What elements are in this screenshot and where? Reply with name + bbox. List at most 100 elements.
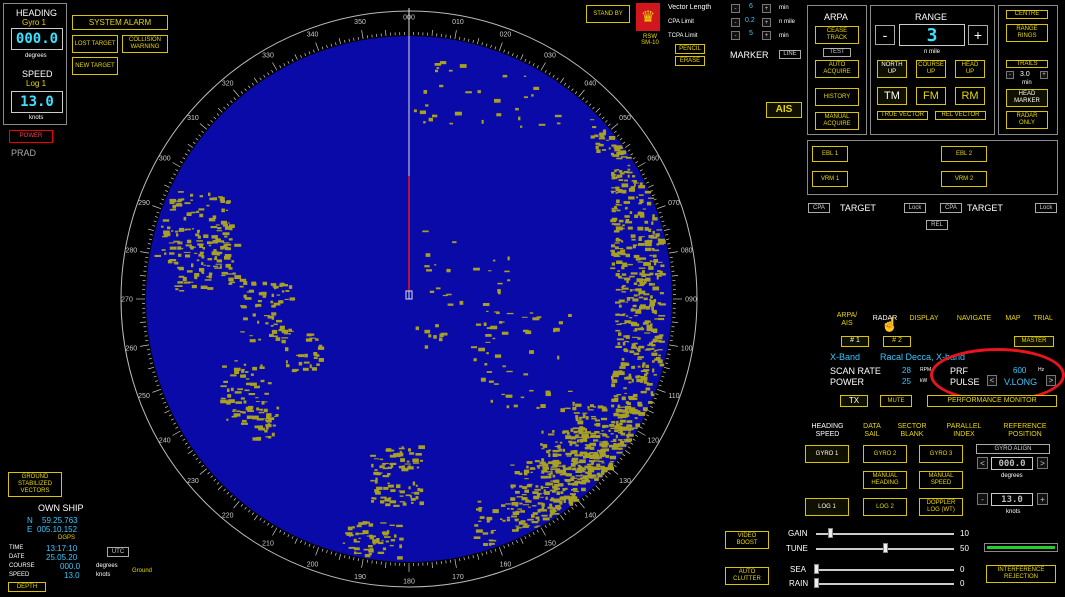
auto-clutter-button[interactable]: AUTO CLUTTER (725, 567, 769, 585)
cpa-plus-button[interactable]: + (762, 18, 771, 27)
radar-echo (563, 499, 566, 503)
radar-echo (648, 401, 653, 404)
sea-slider-knob[interactable] (814, 564, 819, 574)
power-button[interactable]: POWER (9, 130, 53, 143)
video-boost-button[interactable]: VIDEO BOOST (725, 531, 769, 549)
interference-rejection-button[interactable]: INTERFERENCE REJECTION (986, 565, 1056, 583)
vrm2-button[interactable]: VRM 2 (941, 171, 987, 187)
vrm1-button[interactable]: VRM 1 (812, 171, 848, 187)
trails-plus-button[interactable]: + (1040, 71, 1048, 79)
tune-slider-knob[interactable] (883, 543, 888, 553)
range-rings-button[interactable]: RANGE RINGS (1006, 24, 1048, 42)
gyro3-button[interactable]: GYRO 3 (919, 445, 963, 463)
head-up-button[interactable]: HEAD UP (955, 60, 985, 78)
rain-slider-knob[interactable] (814, 578, 819, 588)
tab-navigate[interactable]: NAVIGATE (954, 315, 994, 323)
radar-display[interactable]: 0000100200300400500600700800901001101201… (110, 0, 708, 597)
gyro-prev-button[interactable]: < (977, 457, 988, 469)
head-marker-button[interactable]: HEAD MARKER (1006, 89, 1048, 107)
ebl1-button[interactable]: EBL 1 (812, 146, 848, 162)
fm-button[interactable]: FM (916, 87, 946, 105)
cpa-minus-button[interactable]: - (731, 18, 740, 27)
manual-acquire-button[interactable]: MANUAL ACQUIRE (815, 112, 859, 130)
doppler-log-button[interactable]: DOPPLER LOG (WT) (919, 498, 963, 516)
target2-lock-button[interactable]: Lock (1035, 203, 1057, 213)
radar-echo (507, 256, 510, 261)
radar-echo (371, 500, 374, 503)
radar2-button[interactable]: # 2 (883, 336, 911, 347)
gain-slider-knob[interactable] (827, 528, 833, 538)
radar-echo (616, 191, 623, 193)
target1-lock-button[interactable]: Lock (904, 203, 926, 213)
radar-echo (529, 389, 534, 392)
test-button[interactable]: TEST (823, 48, 851, 57)
ais-button[interactable]: AIS (766, 102, 802, 118)
gyro2-button[interactable]: GYRO 2 (863, 445, 907, 463)
rel-vector-button[interactable]: REL VECTOR (935, 111, 986, 120)
tcpa-plus-button[interactable]: + (762, 31, 771, 40)
manual-speed-button[interactable]: MANUAL SPEED (919, 471, 963, 489)
vector-plus-button[interactable]: + (762, 4, 771, 13)
tab-parallel-index[interactable]: PARALLEL INDEX (942, 423, 986, 438)
true-vector-button[interactable]: TRUE VECTOR (877, 111, 928, 120)
tab-data-sail[interactable]: DATA SAIL (858, 423, 886, 438)
tab-reference-position[interactable]: REFERENCE POSITION (995, 423, 1055, 438)
gyro-align-button[interactable]: GYRO ALIGN (976, 444, 1050, 454)
master-button[interactable]: MASTER (1014, 336, 1054, 347)
sea-slider-track[interactable] (816, 569, 954, 571)
log2-button[interactable]: LOG 2 (863, 498, 907, 516)
radar-echo (613, 230, 620, 233)
log1-button[interactable]: LOG 1 (805, 498, 849, 516)
depth-button[interactable]: DEPTH (8, 582, 46, 592)
cease-track-button[interactable]: CEASE TRACK (815, 26, 859, 44)
mute-button[interactable]: MUTE (880, 395, 912, 407)
range-minus-button[interactable]: - (875, 25, 895, 45)
stand-by-button[interactable]: STAND BY (586, 5, 630, 23)
pencil-button[interactable]: PENCIL (675, 44, 705, 54)
performance-monitor-button[interactable]: PERFORMANCE MONITOR (927, 395, 1057, 407)
radar-echo (552, 489, 556, 493)
gyro-next-button[interactable]: > (1037, 457, 1048, 469)
radar-echo (616, 209, 621, 212)
radar-only-button[interactable]: RADAR ONLY (1006, 111, 1048, 129)
line-button[interactable]: LINE (779, 50, 801, 59)
rm-button[interactable]: RM (955, 87, 985, 105)
rel-button[interactable]: REL (926, 220, 948, 230)
trails-button[interactable]: TRAILS (1006, 60, 1048, 68)
target1-cpa-button[interactable]: CPA (808, 203, 830, 213)
rain-slider-track[interactable] (816, 583, 954, 585)
tm-button[interactable]: TM (877, 87, 907, 105)
rain-label: RAIN (789, 579, 809, 588)
vector-minus-button[interactable]: - (731, 4, 740, 13)
tab-heading-speed[interactable]: HEADING SPEED (801, 420, 854, 440)
target2-cpa-button[interactable]: CPA (940, 203, 962, 213)
tab-sector-blank[interactable]: SECTOR BLANK (894, 423, 930, 438)
radar-echo (610, 461, 614, 463)
centre-button[interactable]: CENTRE (1006, 10, 1048, 19)
north-up-button[interactable]: NORTH UP (877, 60, 907, 78)
range-plus-button[interactable]: + (968, 25, 988, 45)
ground-stabilized-vectors-button[interactable]: GROUND STABILIZED VECTORS (8, 472, 62, 497)
radar1-button[interactable]: # 1 (841, 336, 869, 347)
manual-heading-button[interactable]: MANUAL HEADING (863, 471, 907, 489)
auto-acquire-button[interactable]: AUTO ACQUIRE (815, 60, 859, 78)
speed-minus-button[interactable]: - (977, 493, 988, 505)
course-up-button[interactable]: COURSE UP (916, 60, 946, 78)
ebl2-button[interactable]: EBL 2 (941, 146, 987, 162)
erase-button[interactable]: ERASE (675, 56, 705, 66)
history-button[interactable]: HISTORY (815, 88, 859, 106)
speed-plus-button[interactable]: + (1037, 493, 1048, 505)
tcpa-minus-button[interactable]: - (731, 31, 740, 40)
tab-display[interactable]: DISPLAY (906, 315, 942, 323)
gyro1-button[interactable]: GYRO 1 (805, 445, 849, 463)
tx-button[interactable]: TX (840, 395, 868, 407)
radar-echo (601, 442, 609, 446)
tab-trial[interactable]: TRIAL (1030, 315, 1056, 323)
tab-map[interactable]: MAP (1003, 315, 1023, 323)
radar-echo (656, 229, 663, 231)
radar-echo (637, 348, 641, 353)
radar-echo (494, 383, 499, 385)
tab-arpa-ais[interactable]: ARPA/ AIS (833, 312, 861, 327)
trails-minus-button[interactable]: - (1006, 71, 1014, 79)
gain-slider-track[interactable] (816, 533, 954, 535)
